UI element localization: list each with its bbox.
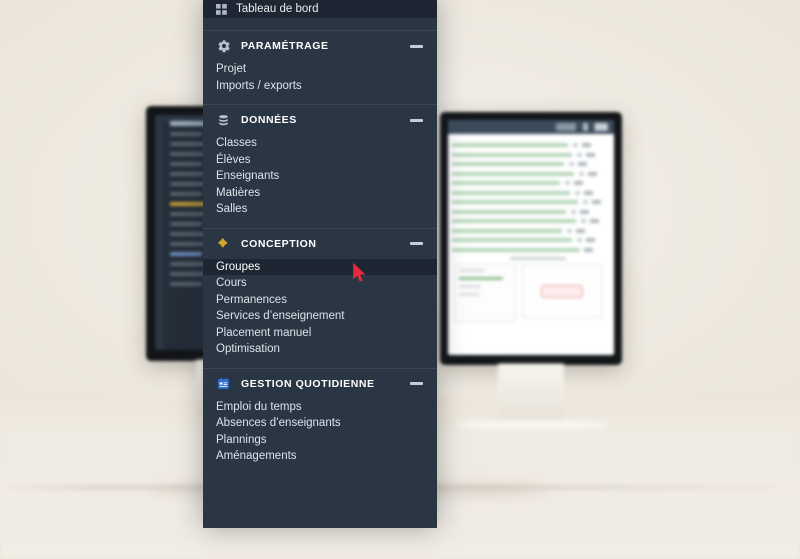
section-header-donnees[interactable]: DONNÉES — [203, 105, 437, 135]
sidebar-item-eleves[interactable]: Élèves — [203, 152, 437, 169]
section-gestion-quotidienne: GESTION QUOTIDIENNE Emploi du temps Abse… — [203, 367, 437, 475]
navigation-panel: Tableau de bord PARAMÉTRAGE Projet Impor… — [203, 0, 437, 528]
sidebar-item-tableau-de-bord[interactable]: Tableau de bord — [203, 0, 437, 18]
sidebar-item-cours[interactable]: Cours — [203, 275, 437, 292]
monitor-right-stand — [498, 364, 564, 424]
monitor-right-caption-blur — [510, 257, 566, 260]
section-items-parametrage: Projet Imports / exports — [203, 61, 437, 104]
gear-icon — [216, 39, 231, 54]
section-donnees: DONNÉES Classes Élèves Enseignants Matiè… — [203, 104, 437, 228]
section-header-gestion-quotidienne[interactable]: GESTION QUOTIDIENNE — [203, 368, 437, 399]
sidebar-item-classes[interactable]: Classes — [203, 135, 437, 152]
sidebar-item-salles[interactable]: Salles — [203, 201, 437, 218]
collapse-icon[interactable] — [410, 382, 423, 385]
section-items-donnees: Classes Élèves Enseignants Matières Sall… — [203, 135, 437, 228]
section-parametrage: PARAMÉTRAGE Projet Imports / exports — [203, 30, 437, 104]
sidebar-item-permanences[interactable]: Permanences — [203, 292, 437, 309]
sidebar-item-label: Tableau de bord — [236, 3, 319, 15]
sidebar-item-optimisation[interactable]: Optimisation — [203, 341, 437, 358]
collapse-icon[interactable] — [410, 118, 423, 122]
sidebar-item-absences-denseignants[interactable]: Absences d’enseignants — [203, 415, 437, 432]
navigation-panel-scroll[interactable]: Tableau de bord PARAMÉTRAGE Projet Impor… — [203, 0, 437, 528]
sidebar-item-amenagements[interactable]: Aménagements — [203, 448, 437, 465]
sidebar-item-plannings[interactable]: Plannings — [203, 432, 437, 449]
sidebar-item-services-denseignement[interactable]: Services d’enseignement — [203, 308, 437, 325]
calendar-icon — [216, 376, 231, 391]
sidebar-item-matieres[interactable]: Matières — [203, 185, 437, 202]
sidebar-item-groupes[interactable]: Groupes — [203, 258, 437, 275]
sidebar-item-emploi-du-temps[interactable]: Emploi du temps — [203, 399, 437, 416]
monitor-right-screen — [448, 120, 614, 355]
collapse-icon[interactable] — [410, 242, 423, 245]
section-title: GESTION QUOTIDIENNE — [241, 377, 375, 390]
sidebar-item-imports-exports[interactable]: Imports / exports — [203, 78, 437, 95]
grid-icon — [216, 3, 227, 15]
section-title: PARAMÉTRAGE — [241, 40, 329, 52]
monitor-right-titlebar-blur — [448, 120, 614, 134]
puzzle-icon — [216, 236, 231, 251]
monitor-right-cards-blur — [448, 264, 614, 322]
section-items-conception: Groupes Cours Permanences Services d’ens… — [203, 258, 437, 368]
section-title: CONCEPTION — [241, 237, 317, 250]
sidebar-item-placement-manuel[interactable]: Placement manuel — [203, 325, 437, 342]
monitor-right-stand-base — [454, 420, 610, 430]
section-header-parametrage[interactable]: PARAMÉTRAGE — [203, 31, 437, 61]
sidebar-item-enseignants[interactable]: Enseignants — [203, 168, 437, 185]
sidebar-item-projet[interactable]: Projet — [203, 61, 437, 78]
section-items-gestion-quotidienne: Emploi du temps Absences d’enseignants P… — [203, 398, 437, 475]
monitor-right — [440, 112, 622, 365]
monitor-right-rows-blur — [448, 134, 614, 252]
panel-top-gap — [203, 18, 437, 30]
database-icon — [216, 113, 231, 128]
section-header-conception[interactable]: CONCEPTION — [203, 228, 437, 259]
collapse-icon[interactable] — [410, 44, 423, 48]
section-title: DONNÉES — [241, 114, 297, 126]
screenshot-stage: Tableau de bord PARAMÉTRAGE Projet Impor… — [0, 0, 800, 559]
section-conception: CONCEPTION Groupes Cours Permanences Ser… — [203, 227, 437, 368]
